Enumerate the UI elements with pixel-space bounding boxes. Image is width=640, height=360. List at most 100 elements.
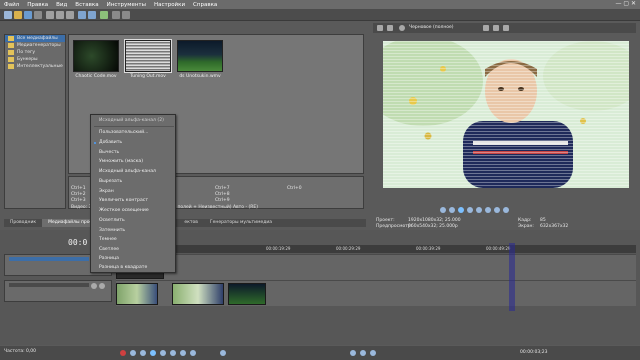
preview-quality-icon[interactable]: [399, 25, 405, 31]
menu-item[interactable]: Светлее: [99, 247, 119, 252]
track-lane-2[interactable]: [116, 280, 636, 306]
window-controls[interactable]: — ▢ ✕: [615, 0, 636, 7]
tree-item-smart[interactable]: Интеллектуальные: [5, 63, 65, 70]
playhead-marker[interactable]: [509, 243, 515, 311]
tab-explorer[interactable]: Проводник: [4, 219, 42, 227]
stop-icon[interactable]: [170, 350, 176, 356]
timeline-ruler[interactable]: 00:00:19:29 00:00:29:29 00:00:39:29 00:0…: [116, 245, 636, 253]
tree-item-by-tag[interactable]: По тегу: [5, 49, 65, 56]
menu-file[interactable]: Файл: [4, 2, 19, 8]
play-icon[interactable]: [150, 350, 156, 356]
tab-fx[interactable]: ектов: [178, 219, 204, 227]
properties-icon[interactable]: [34, 11, 42, 19]
folder-icon: [8, 43, 14, 48]
tree-item-media-generators[interactable]: Медиагенераторы: [5, 42, 65, 49]
panel-tab-bar: Проводник Медиафайлы проекта ектов Генер…: [4, 219, 366, 227]
next-frame-icon[interactable]: [494, 207, 500, 213]
mute-icon[interactable]: [91, 283, 97, 289]
cut-icon[interactable]: [46, 11, 54, 19]
tree-item-bins[interactable]: Бункеры: [5, 56, 65, 63]
snap-icon[interactable]: [112, 11, 120, 19]
play-icon[interactable]: [458, 207, 464, 213]
ripple-icon[interactable]: [370, 350, 376, 356]
pause-icon[interactable]: [160, 350, 166, 356]
menu-view[interactable]: Вид: [56, 2, 67, 8]
shortcut-text: Ctrl+2: [71, 192, 86, 197]
timeline-clip[interactable]: [228, 283, 266, 305]
menu-item[interactable]: Темнее: [99, 237, 117, 242]
snapping-icon[interactable]: [350, 350, 356, 356]
track-level-bar[interactable]: [9, 283, 89, 287]
status-text: Частота: 0,00: [4, 349, 37, 354]
tab-media-generators[interactable]: Генераторы мультимедиа: [204, 219, 278, 227]
main-toolbar: [0, 9, 640, 21]
menu-item[interactable]: Исходный альфа-канал: [99, 169, 156, 174]
menu-options[interactable]: Настройки: [154, 2, 185, 8]
menu-item[interactable]: Пользовательский...: [99, 130, 148, 135]
shortcut-text: Ctrl+7: [215, 186, 230, 191]
menu-help[interactable]: Справка: [193, 2, 217, 8]
track-level-bar[interactable]: [9, 257, 89, 261]
media-label: Tuning Out.mov: [130, 74, 166, 79]
menu-item[interactable]: Умножить (маска): [99, 159, 143, 164]
folder-icon: [8, 36, 14, 41]
timeline-clip[interactable]: [172, 283, 224, 305]
record-icon[interactable]: [120, 350, 126, 356]
menu-item[interactable]: Вычесть: [99, 150, 119, 155]
folder-icon: [8, 64, 14, 69]
go-to-start-icon[interactable]: [180, 350, 186, 356]
menu-item[interactable]: Жесткое освещение: [99, 208, 149, 213]
menu-tools[interactable]: Инструменты: [107, 2, 146, 8]
menu-item[interactable]: Разница: [99, 256, 119, 261]
end-timecode: 00:00:03;23: [520, 350, 548, 355]
split-screen-icon[interactable]: [387, 25, 393, 31]
timeline-clip[interactable]: [116, 283, 158, 305]
undo-icon[interactable]: [78, 11, 86, 19]
loop-icon[interactable]: [130, 350, 136, 356]
tree-item-all-media[interactable]: Все медиафайлы: [5, 35, 65, 42]
preview-image: [383, 41, 629, 188]
media-thumbnail[interactable]: [177, 40, 223, 72]
compositing-mode-menu: Исходный альфа-канал (2) Пользовательски…: [90, 114, 176, 273]
pause-icon[interactable]: [467, 207, 473, 213]
menu-item[interactable]: Затемнить: [99, 228, 125, 233]
go-to-end-icon[interactable]: [503, 207, 509, 213]
menu-item[interactable]: Вырезать: [99, 179, 122, 184]
play-from-start-icon[interactable]: [140, 350, 146, 356]
loop-icon[interactable]: [440, 207, 446, 213]
track-header-video-2[interactable]: [4, 280, 112, 302]
menu-edit[interactable]: Правка: [27, 2, 48, 8]
save-icon[interactable]: [24, 11, 32, 19]
menu-item[interactable]: Добавить: [99, 140, 122, 145]
menu-insert[interactable]: Вставка: [75, 2, 98, 8]
media-thumbnail[interactable]: [73, 40, 119, 72]
open-folder-icon[interactable]: [14, 11, 22, 19]
overlay-icon[interactable]: [483, 25, 489, 31]
menu-header: Исходный альфа-канал (2): [99, 118, 164, 123]
paste-icon[interactable]: [66, 11, 74, 19]
copy-icon[interactable]: [56, 11, 64, 19]
solo-icon[interactable]: [99, 283, 105, 289]
save-snapshot-icon[interactable]: [503, 25, 509, 31]
prev-frame-icon[interactable]: [485, 207, 491, 213]
menu-item[interactable]: Экран: [99, 189, 114, 194]
go-to-end-icon[interactable]: [190, 350, 196, 356]
auto-crossfade-icon[interactable]: [360, 350, 366, 356]
menu-item[interactable]: Осветлить: [99, 218, 125, 223]
render-icon[interactable]: [100, 11, 108, 19]
redo-icon[interactable]: [88, 11, 96, 19]
track-lane-1[interactable]: [116, 254, 636, 280]
edit-tool-icon[interactable]: [220, 350, 226, 356]
preview-quality-select[interactable]: Черновое (полное): [409, 25, 454, 30]
copy-snapshot-icon[interactable]: [493, 25, 499, 31]
new-file-icon[interactable]: [4, 11, 12, 19]
menu-separator: [94, 126, 174, 127]
play-from-start-icon[interactable]: [449, 207, 455, 213]
video-preview[interactable]: [383, 41, 629, 188]
menu-item[interactable]: Увеличить контраст: [99, 198, 148, 203]
media-thumbnail[interactable]: [124, 39, 172, 73]
tool-icon[interactable]: [122, 11, 130, 19]
settings-icon[interactable]: [377, 25, 383, 31]
menu-item[interactable]: Разница в квадрате: [99, 265, 147, 270]
stop-icon[interactable]: [476, 207, 482, 213]
